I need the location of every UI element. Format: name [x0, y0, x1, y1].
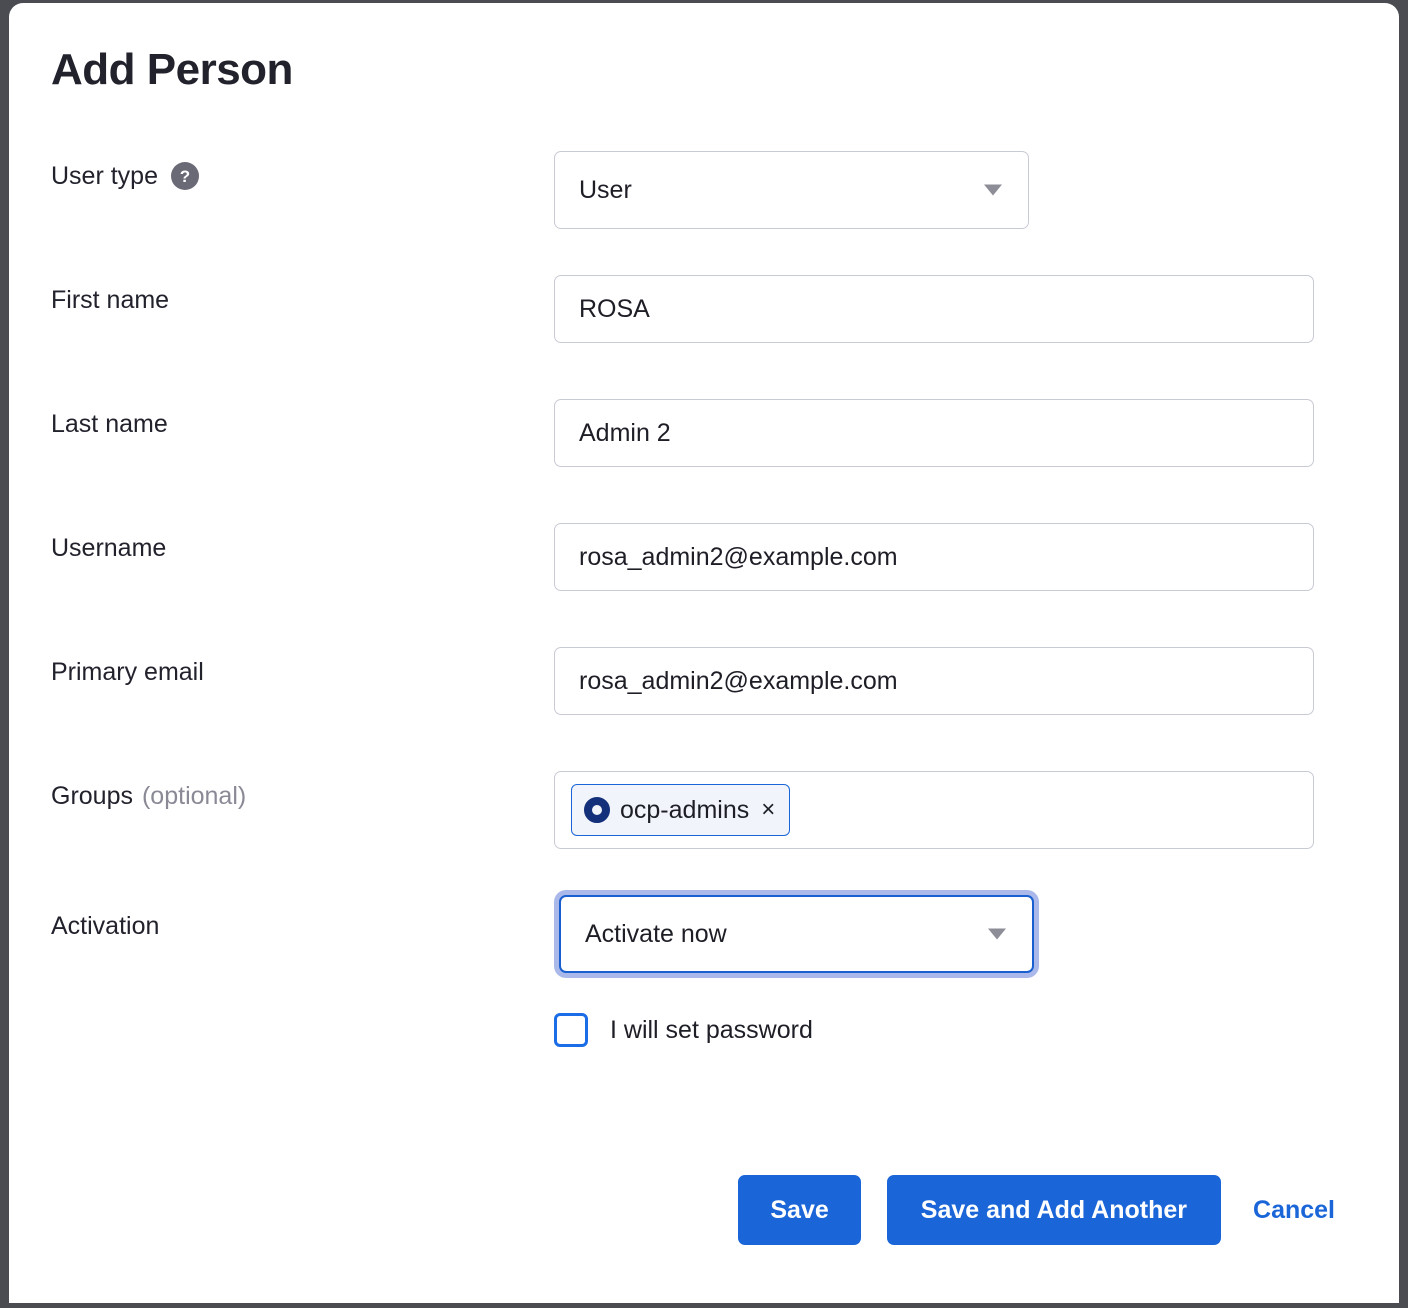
first-name-input[interactable] [554, 275, 1314, 343]
groups-label-wrap: Groups (optional) [9, 771, 554, 811]
form-row-activation: Activation Activate now [9, 895, 1399, 973]
user-type-value: User [579, 176, 632, 205]
activation-control: Activate now [554, 895, 1399, 973]
group-chip-label: ocp-admins [620, 796, 749, 825]
screen-backdrop: Add Person User type ? User [0, 0, 1408, 1308]
set-password-label: I will set password [610, 1016, 813, 1045]
user-type-label-wrap: User type ? [9, 151, 554, 191]
username-control [554, 523, 1399, 591]
help-circle-icon[interactable]: ? [171, 162, 199, 190]
chevron-down-icon [988, 929, 1006, 940]
primary-email-input[interactable] [554, 647, 1314, 715]
activation-label: Activation [9, 895, 554, 941]
user-type-select[interactable]: User [554, 151, 1029, 229]
chevron-down-icon [984, 185, 1002, 196]
save-and-add-another-button[interactable]: Save and Add Another [887, 1175, 1221, 1245]
last-name-label: Last name [9, 399, 554, 439]
form-row-groups: Groups (optional) ocp-admins × [9, 771, 1399, 849]
username-input[interactable] [554, 523, 1314, 591]
primary-email-label: Primary email [9, 647, 554, 687]
primary-email-control [554, 647, 1399, 715]
group-chip[interactable]: ocp-admins × [571, 784, 790, 836]
add-person-dialog: Add Person User type ? User [9, 3, 1399, 1303]
last-name-input[interactable] [554, 399, 1314, 467]
group-ring-icon [584, 797, 610, 823]
groups-label: Groups [51, 781, 133, 811]
groups-optional-label: (optional) [142, 781, 246, 811]
set-password-checkbox[interactable] [554, 1013, 588, 1047]
cancel-button[interactable]: Cancel [1247, 1196, 1341, 1225]
set-password-spacer [9, 1013, 554, 1023]
save-button[interactable]: Save [738, 1175, 860, 1245]
username-label: Username [9, 523, 554, 563]
first-name-label: First name [9, 275, 554, 315]
groups-chip-field[interactable]: ocp-admins × [554, 771, 1314, 849]
form-row-user-type: User type ? User [9, 151, 1399, 229]
page-title: Add Person [51, 48, 293, 92]
form-row-set-password: I will set password [9, 1013, 1399, 1047]
last-name-control [554, 399, 1399, 467]
close-icon[interactable]: × [761, 798, 775, 822]
groups-control: ocp-admins × [554, 771, 1399, 849]
user-type-label: User type [51, 161, 158, 191]
activation-value: Activate now [585, 920, 727, 949]
set-password-control: I will set password [554, 1013, 1399, 1047]
set-password-checkbox-row[interactable]: I will set password [554, 1013, 1359, 1047]
form-row-first-name: First name [9, 275, 1399, 343]
first-name-control [554, 275, 1399, 343]
activation-select[interactable]: Activate now [559, 895, 1034, 973]
dialog-footer: Save Save and Add Another Cancel [738, 1175, 1341, 1245]
add-person-form: User type ? User First name [9, 151, 1399, 1047]
user-type-control: User [554, 151, 1399, 229]
form-row-primary-email: Primary email [9, 647, 1399, 715]
form-row-last-name: Last name [9, 399, 1399, 467]
form-row-username: Username [9, 523, 1399, 591]
